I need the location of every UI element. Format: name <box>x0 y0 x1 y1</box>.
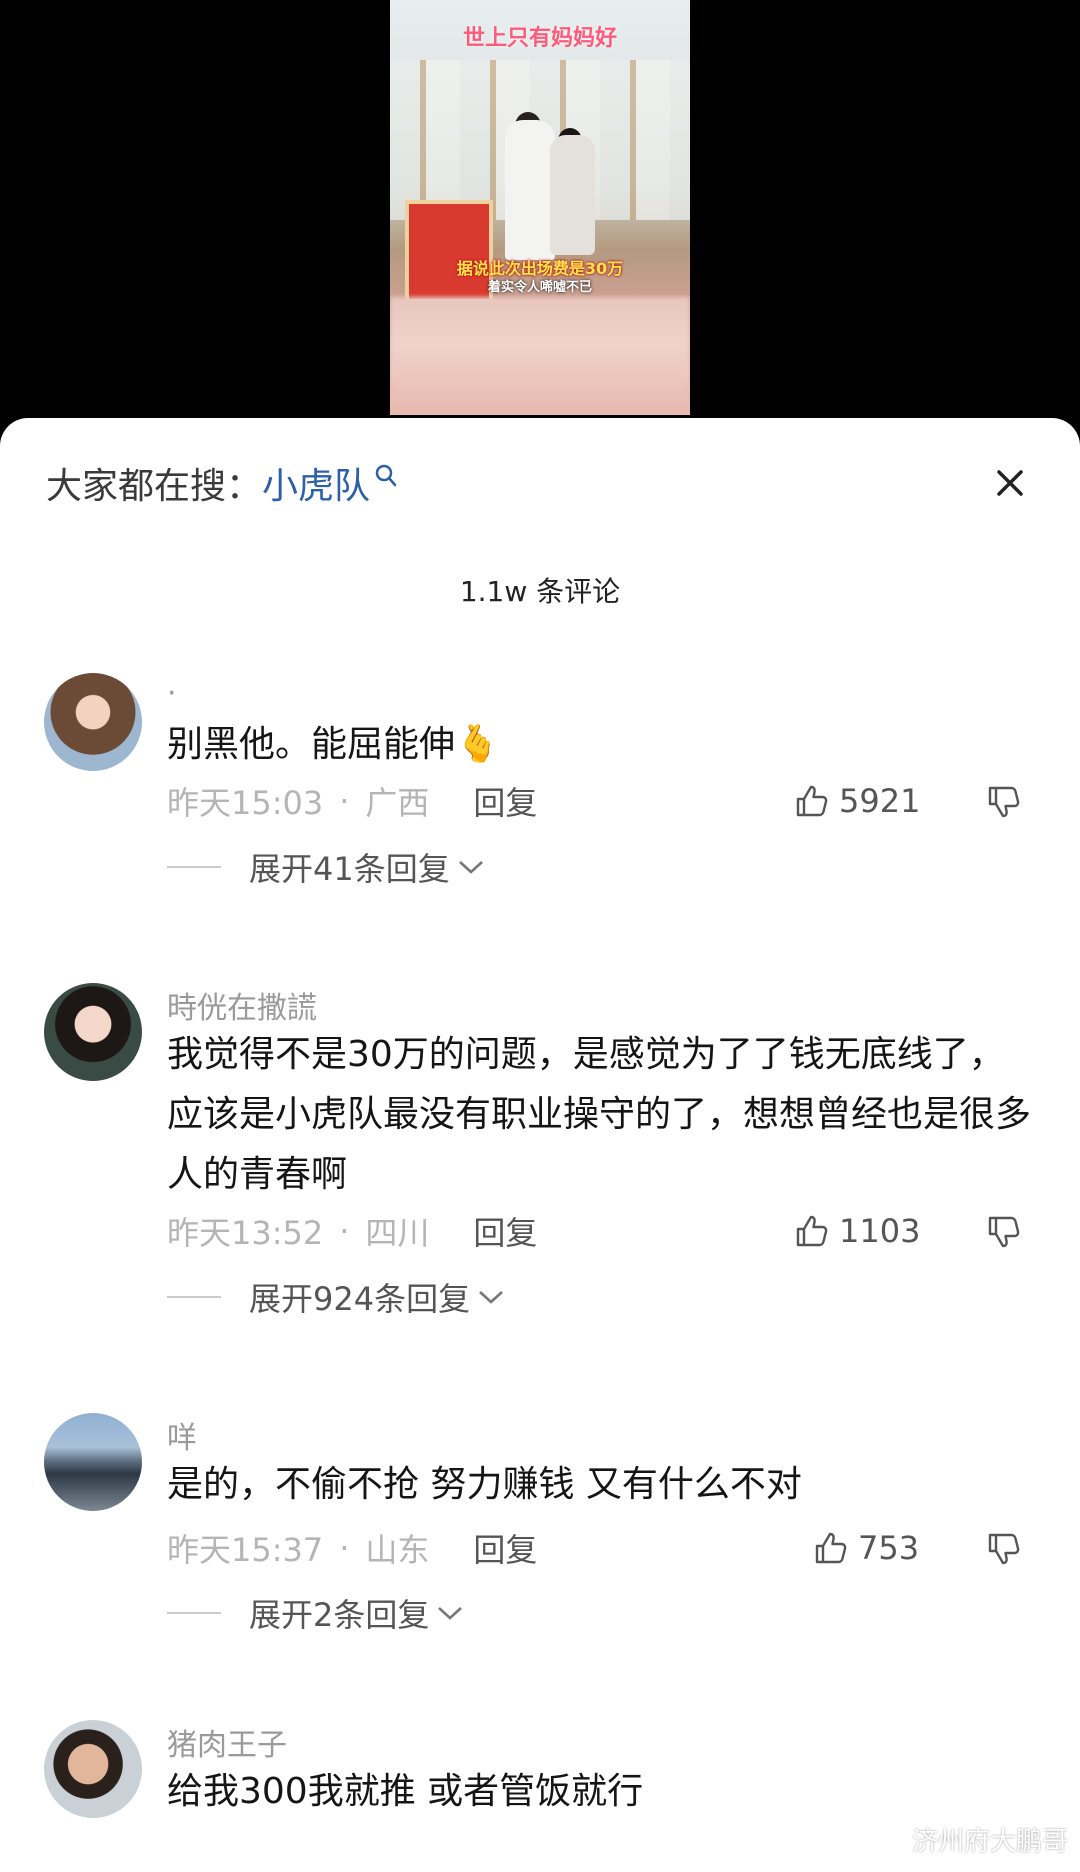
expand-replies-label: 展开2条回复 <box>249 1596 430 1634</box>
close-icon <box>997 470 1023 496</box>
expand-replies-button[interactable]: 展开41条回复 <box>167 847 486 888</box>
comment-meta: 昨天15:37 · 山东 回复 <box>167 1525 537 1571</box>
thumbs-down-icon[interactable] <box>985 783 1023 821</box>
comment-text: 给我300我就推 或者管饭就行 <box>167 1771 644 1812</box>
avatar[interactable] <box>44 1720 142 1818</box>
comment-text: 我觉得不是30万的问题，是感觉为了了钱无底线了，应该是小虎队最没有职业操守的了，… <box>167 1034 1032 1195</box>
trending-search-keyword[interactable]: 小虎队 <box>262 457 370 509</box>
trending-search-label: 大家都在搜： <box>46 466 263 507</box>
like-count: 1103 <box>839 1212 921 1250</box>
comment-location: 四川 <box>365 1214 430 1252</box>
comment-username[interactable]: · <box>167 676 177 711</box>
like-count: 5921 <box>839 782 921 820</box>
comment-sheet: 大家都在搜： 小虎队 1.1w 条评论 · 别黑他。能屈能伸🫰 昨天15:03 … <box>0 418 1080 1872</box>
comment-meta: 昨天15:03 · 广西 回复 <box>167 778 537 824</box>
watermark: 济州府大鹏哥 <box>911 1827 1068 1857</box>
comment-username[interactable]: 咩 <box>167 1413 197 1457</box>
expand-replies-button[interactable]: 展开2条回复 <box>167 1593 465 1634</box>
avatar[interactable] <box>44 673 142 771</box>
comment-time: 昨天15:37 <box>167 1531 324 1569</box>
chevron-down-icon <box>479 1291 503 1304</box>
comment-location: 广西 <box>365 784 430 822</box>
comment-meta: 昨天13:52 · 四川 回复 <box>167 1208 537 1254</box>
comment-time: 昨天15:03 <box>167 784 324 822</box>
reply-button[interactable]: 回复 <box>473 778 537 824</box>
comment-location: 山东 <box>365 1531 430 1569</box>
thumbs-down-icon[interactable] <box>985 1213 1023 1251</box>
like-button[interactable]: 5921 <box>793 781 920 821</box>
like-button[interactable]: 753 <box>812 1528 919 1568</box>
like-button[interactable]: 1103 <box>793 1211 920 1251</box>
expand-replies-label: 展开924条回复 <box>249 1280 471 1318</box>
thumbs-up-icon <box>796 1215 828 1247</box>
comment-text: 别黑他。能屈能伸🫰 <box>167 724 500 765</box>
reply-button[interactable]: 回复 <box>473 1208 537 1254</box>
video-person-man <box>505 120 555 260</box>
video-thumbnail[interactable]: 世上只有妈妈好 据说此次出场费是30万 着实令人唏嘘不已 <box>390 0 690 415</box>
avatar[interactable] <box>44 983 142 1081</box>
video-subcaption: 着实令人唏嘘不已 <box>487 280 592 295</box>
comment-time: 昨天13:52 <box>167 1214 324 1252</box>
divider-line <box>167 866 221 868</box>
chevron-down-icon <box>458 861 483 874</box>
comment-username[interactable]: 猪肉王子 <box>167 1720 287 1764</box>
video-blurred-frame <box>390 297 690 415</box>
reply-button[interactable]: 回复 <box>473 1525 537 1571</box>
comment-count: 1.1w 条评论 <box>459 575 621 608</box>
like-count: 753 <box>858 1529 920 1567</box>
avatar[interactable] <box>44 1413 142 1511</box>
meta-separator: · <box>339 782 350 820</box>
thumbs-up-icon <box>815 1532 847 1564</box>
meta-separator: · <box>339 1529 350 1567</box>
thumbs-down-icon[interactable] <box>985 1530 1023 1568</box>
comment-text: 是的，不偷不抢 努力赚钱 又有什么不对 <box>167 1464 802 1505</box>
close-button[interactable] <box>985 458 1035 508</box>
thumbs-up-icon <box>796 785 828 817</box>
divider-line <box>167 1296 221 1298</box>
expand-replies-label: 展开41条回复 <box>249 850 450 888</box>
expand-replies-button[interactable]: 展开924条回复 <box>167 1277 506 1318</box>
divider-line <box>167 1612 221 1614</box>
video-person-woman <box>550 135 595 255</box>
meta-separator: · <box>339 1212 350 1250</box>
trending-search[interactable]: 大家都在搜： 小虎队 <box>46 458 400 508</box>
search-icon[interactable] <box>374 459 400 487</box>
chevron-down-icon <box>438 1607 463 1620</box>
comment-username[interactable]: 時侊在撒謊 <box>167 983 317 1027</box>
video-area[interactable]: 世上只有妈妈好 据说此次出场费是30万 着实令人唏嘘不已 <box>0 0 1080 420</box>
video-caption-top: 世上只有妈妈好 <box>462 26 617 51</box>
